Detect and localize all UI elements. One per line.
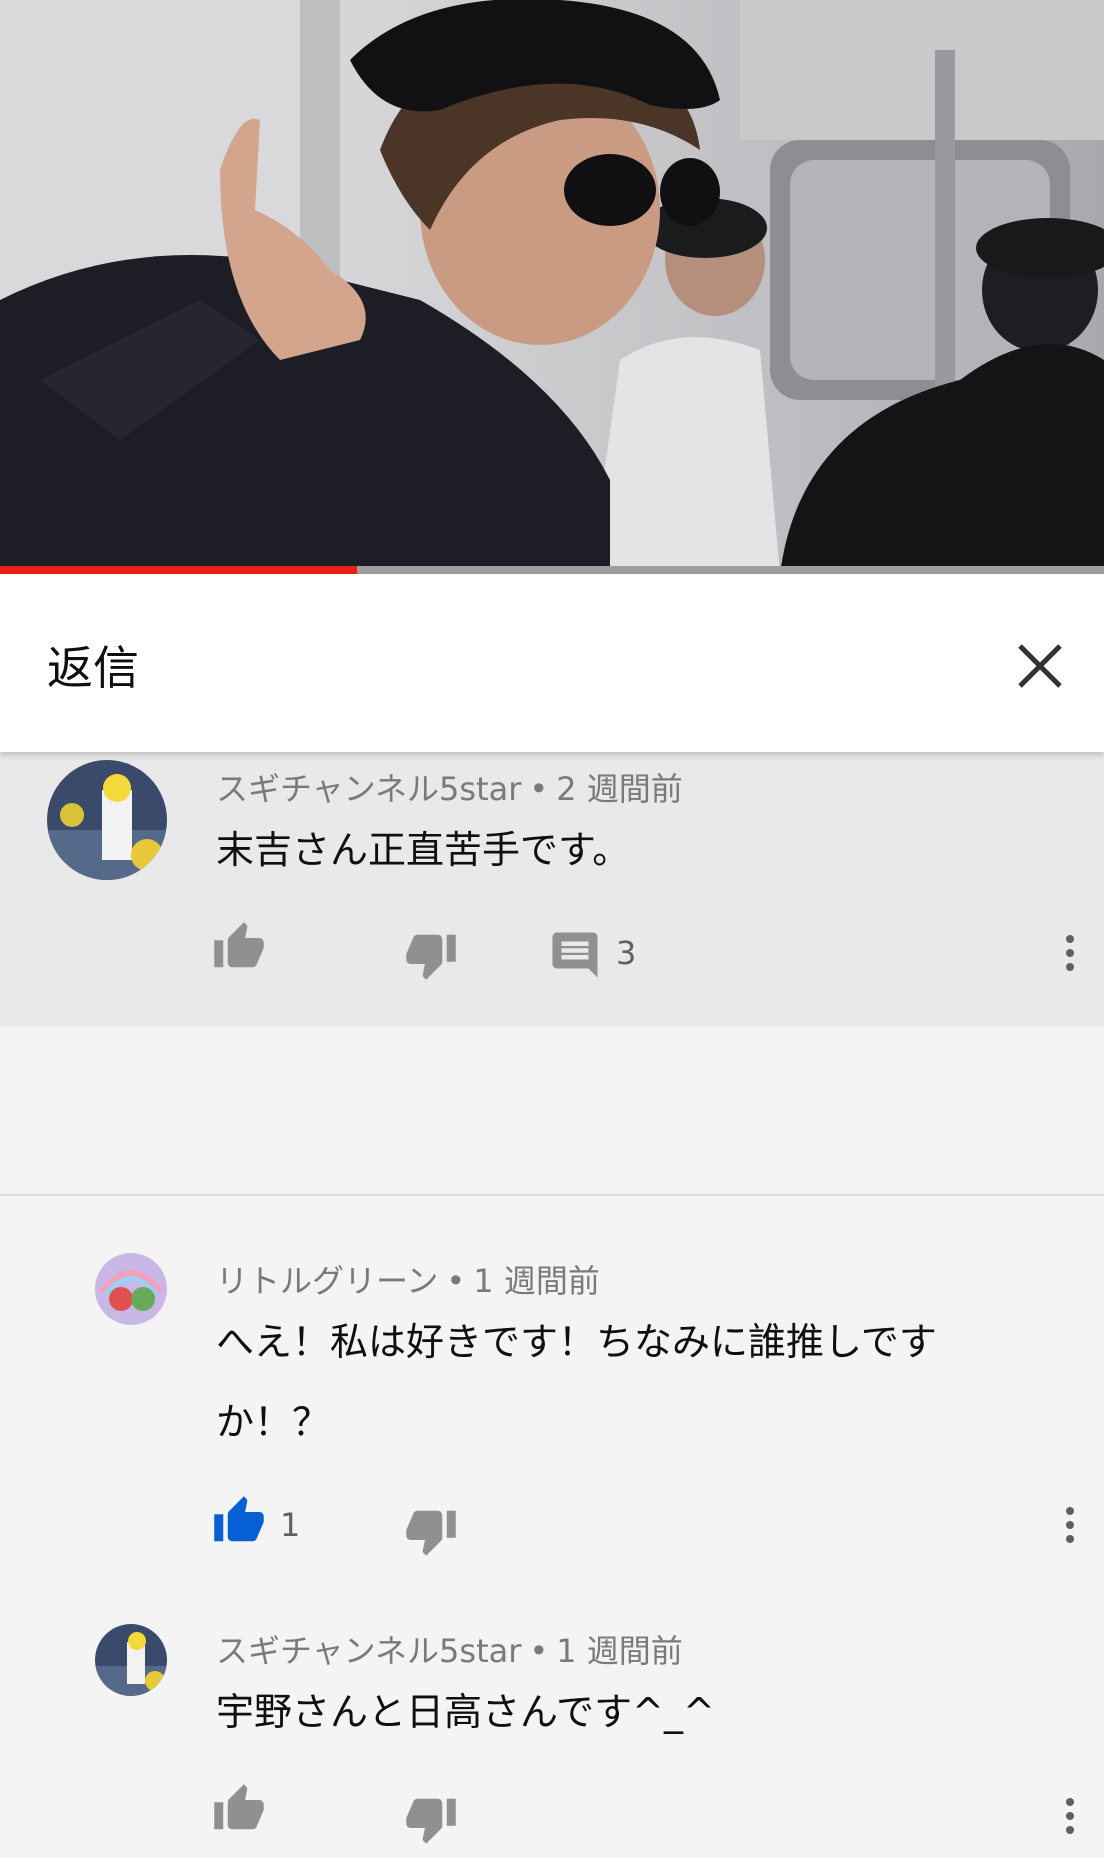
thumb-up-icon bbox=[214, 1784, 264, 1830]
divider bbox=[0, 1194, 1104, 1196]
comment-icon bbox=[552, 932, 598, 978]
more-options-button[interactable] bbox=[1055, 1792, 1085, 1846]
comment-author[interactable]: リトルグリーン bbox=[216, 1262, 438, 1300]
more-dot bbox=[1066, 1507, 1074, 1515]
dislike-button[interactable] bbox=[404, 928, 458, 982]
comment-meta: リトルグリーン • 1 週間前 bbox=[216, 1256, 600, 1302]
thumb-down-icon bbox=[406, 934, 456, 980]
close-icon bbox=[1018, 644, 1062, 688]
avatar-image bbox=[47, 760, 167, 880]
reply-count: 3 bbox=[616, 934, 637, 972]
comment-text: 宇野さんと日高さんです^_^ bbox=[216, 1690, 715, 1734]
parent-comment: スギチャンネル5star • 2 週間前 末吉さん正直苦手です。 3 bbox=[0, 752, 1104, 1027]
comment-meta: スギチャンネル5star • 2 週間前 bbox=[216, 764, 683, 810]
comment-author[interactable]: スギチャンネル5star bbox=[216, 770, 521, 808]
thumb-down-icon bbox=[406, 1798, 456, 1844]
comment-author[interactable]: スギチャンネル5star bbox=[216, 1632, 521, 1670]
meta-separator: • bbox=[529, 1632, 549, 1670]
avatar-image bbox=[95, 1253, 167, 1325]
more-dot bbox=[1066, 1798, 1074, 1806]
video-progress-fill bbox=[0, 566, 357, 574]
like-button[interactable] bbox=[212, 1494, 266, 1548]
reply-button[interactable] bbox=[548, 928, 602, 982]
more-dot bbox=[1066, 1535, 1074, 1543]
comment-time: 1 週間前 bbox=[473, 1262, 600, 1300]
video-player[interactable] bbox=[0, 0, 1104, 574]
more-dot bbox=[1066, 935, 1074, 943]
more-dot bbox=[1066, 1826, 1074, 1834]
more-options-button[interactable] bbox=[1055, 929, 1085, 983]
dislike-button[interactable] bbox=[404, 1504, 458, 1558]
comment-text: 末吉さん正直苦手です。 bbox=[216, 828, 631, 872]
comment-time: 2 週間前 bbox=[556, 770, 683, 808]
meta-separator: • bbox=[446, 1262, 466, 1300]
thumb-up-icon bbox=[214, 1496, 264, 1542]
more-dot bbox=[1066, 949, 1074, 957]
video-frame bbox=[0, 0, 1104, 574]
close-button[interactable] bbox=[1010, 636, 1070, 696]
meta-separator: • bbox=[529, 770, 549, 808]
comment-time: 1 週間前 bbox=[556, 1632, 683, 1670]
more-options-button[interactable] bbox=[1055, 1501, 1085, 1555]
like-button[interactable] bbox=[212, 920, 266, 974]
panel-title: 返信 bbox=[47, 641, 139, 695]
thumb-up-icon bbox=[214, 922, 264, 968]
video-progress-bar[interactable] bbox=[0, 566, 1104, 574]
like-count: 1 bbox=[280, 1506, 301, 1544]
more-dot bbox=[1066, 1812, 1074, 1820]
avatar[interactable] bbox=[47, 760, 167, 880]
avatar[interactable] bbox=[95, 1624, 167, 1696]
avatar-image bbox=[95, 1624, 167, 1696]
like-button[interactable] bbox=[212, 1782, 266, 1836]
avatar[interactable] bbox=[95, 1253, 167, 1325]
comment-meta: スギチャンネル5star • 1 週間前 bbox=[216, 1626, 683, 1672]
thumb-down-icon bbox=[406, 1510, 456, 1556]
more-dot bbox=[1066, 963, 1074, 971]
replies-header: 返信 bbox=[0, 574, 1104, 752]
comment-text-line: か！？ bbox=[216, 1400, 331, 1444]
more-dot bbox=[1066, 1521, 1074, 1529]
dislike-button[interactable] bbox=[404, 1792, 458, 1846]
comment-text-line: へえ！私は好きです！ちなみに誰推しです bbox=[216, 1320, 937, 1364]
